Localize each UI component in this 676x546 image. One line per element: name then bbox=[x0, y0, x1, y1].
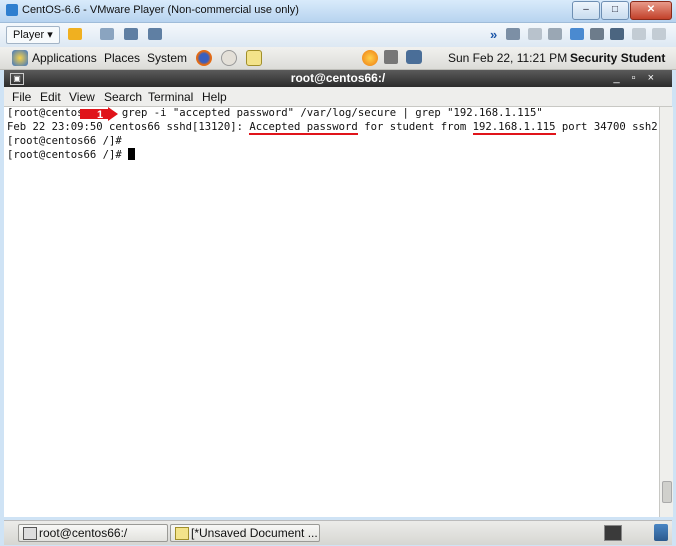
terminal-task-icon bbox=[23, 527, 37, 540]
vmware-toolbar: Player ▾ » bbox=[0, 23, 676, 48]
firefox-icon[interactable] bbox=[196, 50, 212, 66]
fullscreen-icon[interactable] bbox=[124, 28, 138, 40]
vmware-app-icon bbox=[6, 4, 18, 16]
message-log-icon[interactable] bbox=[632, 28, 646, 40]
system-menu[interactable]: System bbox=[147, 51, 187, 65]
terminal-scrollbar[interactable] bbox=[659, 107, 673, 517]
taskbar-terminal-label: root@centos66:/ bbox=[39, 526, 128, 540]
send-ctrl-alt-del-icon[interactable] bbox=[100, 28, 114, 40]
menu-search[interactable]: Search bbox=[104, 90, 142, 104]
usb-device-icon[interactable] bbox=[570, 28, 584, 40]
taskbar-terminal[interactable]: root@centos66:/ bbox=[18, 524, 168, 542]
menu-file[interactable]: File bbox=[12, 90, 31, 104]
line1-command: grep -i "accepted password" /var/log/sec… bbox=[121, 107, 543, 119]
taskbar-gedit-label: [*Unsaved Document ... bbox=[191, 526, 318, 540]
terminal-window-controls[interactable]: _▫× bbox=[614, 70, 666, 87]
maximize-button[interactable]: □ bbox=[601, 1, 629, 20]
printer-icon[interactable] bbox=[590, 28, 604, 40]
menu-edit[interactable]: Edit bbox=[40, 90, 61, 104]
gnome-foot-icon bbox=[12, 50, 28, 66]
panel-clock[interactable]: Sun Feb 22, 11:21 PM bbox=[448, 51, 567, 65]
window-titlebar: CentOS-6.6 - VMware Player (Non-commerci… bbox=[0, 0, 676, 23]
panel-user[interactable]: Security Student bbox=[570, 51, 665, 65]
log-middle: for student from bbox=[357, 120, 473, 133]
terminal-titlebar: ▣ root@centos66:/ _▫× bbox=[4, 70, 672, 87]
scrollbar-thumb[interactable] bbox=[662, 481, 672, 503]
terminal-line-4: [root@centos66 /]# bbox=[7, 148, 661, 163]
window-title: CentOS-6.6 - VMware Player (Non-commerci… bbox=[22, 4, 299, 16]
close-button[interactable]: ✕ bbox=[630, 1, 672, 20]
log-prefix: Feb 22 23:09:50 centos66 sshd[13120]: bbox=[7, 120, 250, 133]
sound-device-icon[interactable] bbox=[610, 28, 624, 40]
menu-terminal[interactable]: Terminal bbox=[148, 90, 193, 104]
evolution-mail-icon[interactable] bbox=[221, 50, 237, 66]
unity-icon[interactable] bbox=[148, 28, 162, 40]
accepted-password-highlight: Accepted password bbox=[249, 120, 358, 135]
ip-address-highlight: 192.168.1.115 bbox=[472, 120, 556, 135]
log-suffix: port 34700 ssh2 bbox=[555, 120, 658, 133]
applications-menu[interactable]: Applications bbox=[32, 51, 97, 65]
floppy-icon[interactable] bbox=[548, 28, 562, 40]
more-devices-chevron[interactable]: » bbox=[490, 27, 497, 42]
terminal-menubar: File Edit View Search Terminal Help bbox=[4, 87, 672, 107]
terminal-output[interactable]: [root@centos grep -i "accepted password"… bbox=[4, 107, 661, 517]
menu-help[interactable]: Help bbox=[202, 90, 227, 104]
places-menu[interactable]: Places bbox=[104, 51, 140, 65]
volume-icon[interactable] bbox=[384, 50, 398, 64]
text-editor-icon[interactable] bbox=[246, 50, 262, 66]
display-icon[interactable] bbox=[652, 28, 666, 40]
terminal-icon: ▣ bbox=[10, 73, 24, 85]
menu-view[interactable]: View bbox=[69, 90, 95, 104]
show-desktop-icon[interactable] bbox=[604, 525, 622, 541]
terminal-cursor bbox=[128, 148, 136, 161]
terminal-line-2: Feb 22 23:09:50 centos66 sshd[13120]: Ac… bbox=[7, 120, 661, 135]
trash-icon[interactable] bbox=[654, 524, 668, 541]
line1-prompt: [root@centos bbox=[7, 107, 84, 119]
cd-drive-icon[interactable] bbox=[528, 28, 542, 40]
step-callout-arrow: 1 bbox=[80, 107, 118, 121]
terminal-line-3: [root@centos66 /]# bbox=[7, 134, 122, 147]
network-icon[interactable] bbox=[406, 50, 422, 64]
pause-icon[interactable] bbox=[68, 28, 82, 40]
terminal-title: root@centos66:/ bbox=[290, 71, 386, 85]
gnome-bottom-panel: root@centos66:/ [*Unsaved Document ... bbox=[4, 520, 672, 545]
update-notifier-icon[interactable] bbox=[362, 50, 378, 66]
player-menu-button[interactable]: Player ▾ bbox=[6, 26, 60, 44]
current-prompt: [root@centos66 /]# bbox=[7, 149, 129, 162]
gnome-top-panel: Applications Places System Sun Feb 22, 1… bbox=[0, 47, 676, 70]
minimize-button[interactable]: – bbox=[572, 1, 600, 20]
gedit-task-icon bbox=[175, 527, 189, 540]
network-device-icon[interactable] bbox=[506, 28, 520, 40]
callout-number: 1 bbox=[97, 109, 103, 121]
taskbar-gedit[interactable]: [*Unsaved Document ... bbox=[170, 524, 320, 542]
